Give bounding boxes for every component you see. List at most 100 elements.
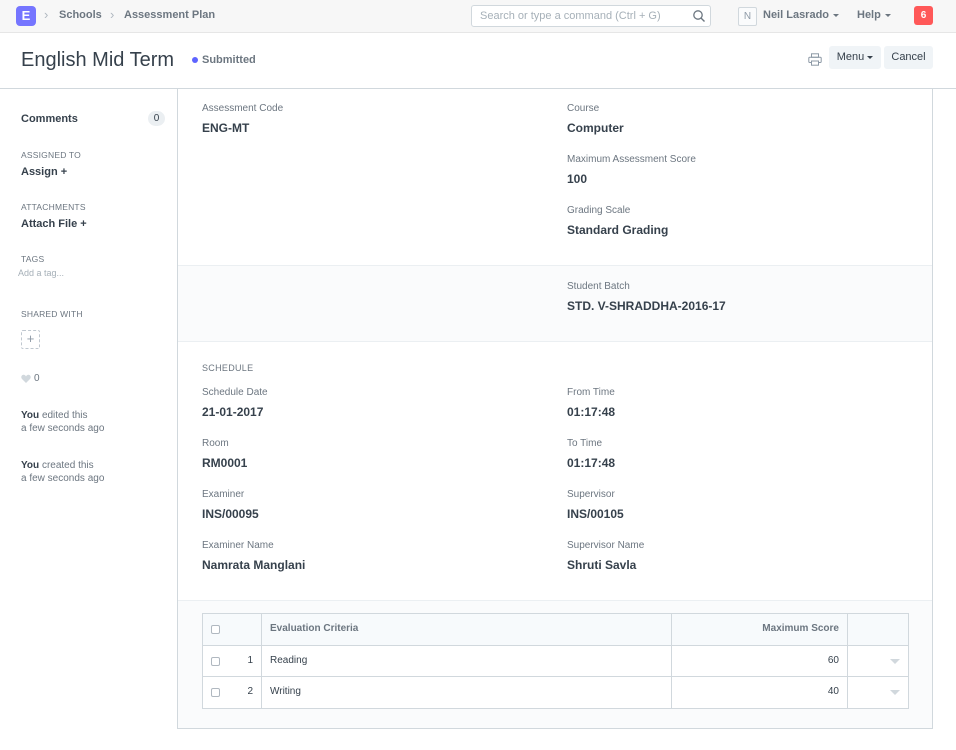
course-label: Course: [567, 103, 600, 114]
status-badge: Submitted: [202, 54, 256, 66]
to-time-label: To Time: [567, 438, 603, 449]
breadcrumb-schools[interactable]: Schools: [59, 9, 102, 21]
row-index: 1: [247, 655, 253, 666]
chevron-right-icon: ›: [110, 7, 115, 22]
add-tag-input[interactable]: Add a tag...: [18, 268, 64, 278]
examiner-name-label: Examiner Name: [202, 540, 274, 551]
likes-count: 0: [34, 373, 40, 384]
user-name: Neil Lasrado: [763, 9, 830, 21]
supervisor-label: Supervisor: [567, 489, 615, 500]
heart-icon[interactable]: [21, 374, 31, 384]
add-share-button[interactable]: +: [21, 330, 40, 349]
supervisor-name-label: Supervisor Name: [567, 540, 645, 551]
menu-button[interactable]: Menu: [829, 46, 881, 69]
criteria-value: Reading: [270, 655, 308, 666]
supervisor-name-value: Shruti Savla: [567, 558, 637, 572]
from-time-label: From Time: [567, 387, 615, 398]
activity-action: created this: [41, 460, 94, 471]
row-check-cell: 1: [203, 646, 262, 676]
activity-action: edited this: [41, 410, 88, 421]
comments-count-badge: 0: [148, 111, 165, 126]
header-criteria-cell: Evaluation Criteria: [262, 614, 672, 645]
plus-icon: +: [26, 331, 35, 346]
header-action-cell: [848, 614, 908, 645]
table-header-row: Evaluation Criteria Maximum Score: [203, 614, 908, 646]
page-head: English Mid Term Submitted Menu Cancel: [0, 33, 956, 89]
supervisor-value[interactable]: INS/00105: [567, 507, 624, 521]
caret-down-icon: [833, 13, 840, 17]
plus-icon: +: [80, 218, 87, 230]
student-batch-label: Student Batch: [567, 281, 630, 292]
print-icon[interactable]: [808, 53, 822, 66]
select-all-checkbox[interactable]: [211, 625, 220, 634]
evaluation-criteria-table: Evaluation Criteria Maximum Score 1 Read…: [202, 613, 909, 709]
assigned-to-label: ASSIGNED TO: [21, 150, 81, 160]
assign-button[interactable]: Assign +: [21, 166, 67, 178]
criteria-cell[interactable]: Reading: [262, 646, 672, 676]
grading-scale-value[interactable]: Standard Grading: [567, 223, 668, 237]
grading-scale-label: Grading Scale: [567, 205, 631, 216]
caret-down-icon: [867, 55, 874, 59]
assessment-code-label: Assessment Code: [202, 103, 284, 114]
details-section: Assessment Code ENG-MT Course Computer M…: [178, 89, 932, 266]
column-header-criteria: Evaluation Criteria: [270, 623, 359, 634]
examiner-name-value: Namrata Manglani: [202, 558, 306, 572]
max-score-value: 100: [567, 172, 588, 186]
table-row[interactable]: 1 Reading 60: [203, 646, 908, 677]
score-value: 40: [827, 686, 839, 697]
page-title: English Mid Term: [21, 49, 175, 71]
app-logo[interactable]: E: [16, 6, 36, 26]
room-label: Room: [202, 438, 229, 449]
status-indicator-icon: [192, 57, 198, 63]
score-cell[interactable]: 40: [672, 677, 848, 708]
attach-file-label: Attach File: [21, 218, 78, 230]
student-batch-value[interactable]: STD. V-SHRADDHA-2016-17: [567, 299, 726, 313]
schedule-section-title: SCHEDULE: [202, 363, 254, 373]
course-value[interactable]: Computer: [567, 121, 624, 135]
chevron-down-icon[interactable]: [890, 690, 900, 695]
assessment-code-value: ENG-MT: [202, 121, 250, 135]
examiner-value[interactable]: INS/00095: [202, 507, 259, 521]
attach-file-button[interactable]: Attach File +: [21, 218, 87, 230]
activity-actor: You: [21, 410, 40, 421]
caret-down-icon: [884, 13, 891, 17]
column-header-max-score: Maximum Score: [762, 623, 839, 634]
row-action-cell: [848, 646, 908, 676]
row-checkbox[interactable]: [211, 688, 220, 697]
comments-link[interactable]: Comments: [21, 113, 78, 125]
activity-item: You created this a few seconds ago: [21, 459, 104, 485]
row-action-cell: [848, 677, 908, 708]
row-check-cell: 2: [203, 677, 262, 708]
avatar[interactable]: N: [738, 7, 757, 26]
activity-time: a few seconds ago: [21, 423, 105, 434]
activity-time: a few seconds ago: [21, 473, 105, 484]
table-row[interactable]: 2 Writing 40: [203, 677, 908, 708]
help-menu[interactable]: Help: [857, 9, 891, 21]
chevron-down-icon[interactable]: [890, 659, 900, 664]
search-box: [471, 5, 711, 27]
plus-icon: +: [60, 166, 68, 178]
navbar: E › Schools › Assessment Plan N Neil Las…: [0, 0, 956, 33]
header-score-cell: Maximum Score: [672, 614, 848, 645]
search-icon[interactable]: [692, 9, 706, 23]
search-input[interactable]: [472, 6, 682, 26]
score-value: 60: [827, 655, 839, 666]
assign-label: Assign: [21, 166, 58, 178]
score-cell[interactable]: 60: [672, 646, 848, 676]
breadcrumb-assessment-plan[interactable]: Assessment Plan: [124, 9, 215, 21]
schedule-section: SCHEDULE Schedule Date 21-01-2017 From T…: [178, 342, 932, 601]
row-checkbox[interactable]: [211, 657, 220, 666]
room-value[interactable]: RM0001: [202, 456, 247, 470]
help-label: Help: [857, 9, 881, 21]
notification-badge[interactable]: 6: [914, 6, 933, 25]
examiner-label: Examiner: [202, 489, 245, 500]
criteria-section: Evaluation Criteria Maximum Score 1 Read…: [178, 601, 932, 728]
cancel-button[interactable]: Cancel: [884, 46, 933, 69]
activity-item: You edited this a few seconds ago: [21, 409, 104, 435]
user-menu[interactable]: Neil Lasrado: [763, 9, 840, 21]
to-time-value: 01:17:48: [567, 456, 616, 470]
attachments-label: ATTACHMENTS: [21, 202, 86, 212]
menu-label: Menu: [836, 51, 865, 63]
criteria-cell[interactable]: Writing: [262, 677, 672, 708]
schedule-date-value: 21-01-2017: [202, 405, 264, 419]
